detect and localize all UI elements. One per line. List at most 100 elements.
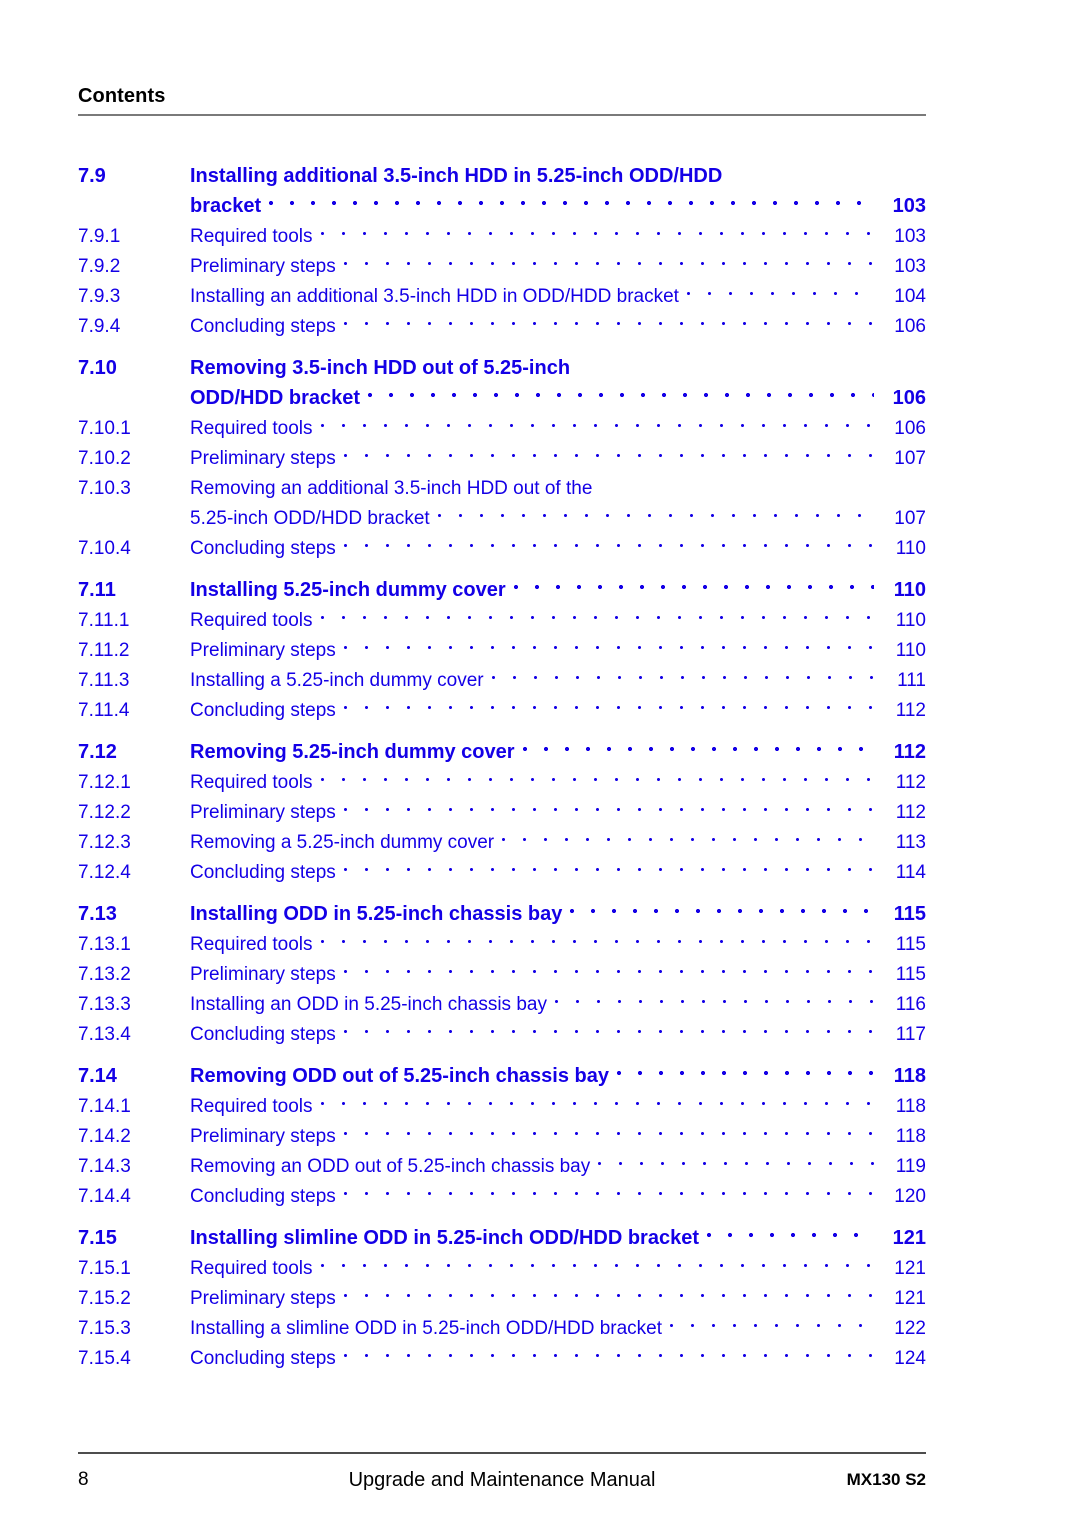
toc-line: 7.9.1 Required tools 103 xyxy=(78,212,926,247)
toc-dot-leader xyxy=(502,818,874,848)
toc-entry-title[interactable]: Concluding steps xyxy=(190,534,344,564)
toc-dot-leader xyxy=(343,1112,874,1142)
toc-line: 7.10.3 Removing an additional 3.5-inch HD… xyxy=(78,464,926,499)
toc-dot-leader xyxy=(513,566,874,596)
toc-entry[interactable]: 7.11.3 Installing a 5.25-inch dummy cover… xyxy=(78,656,926,691)
toc-dot-leader xyxy=(343,686,874,716)
toc-entry[interactable]: 7.14.1 Required tools 118 xyxy=(78,1082,926,1117)
toc-dot-leader xyxy=(343,242,874,272)
toc-entry[interactable]: 7.10.4 Concluding steps 110 xyxy=(78,524,926,559)
toc-entry[interactable]: 7.12 Removing 5.25-inch dummy cover 112 xyxy=(78,728,926,763)
toc-line: 7.9.2 Preliminary steps 103 xyxy=(78,242,926,277)
toc-line: 7.13 Installing ODD in 5.25-inch chassis … xyxy=(78,890,926,925)
toc-entry[interactable]: 7.12.2 Preliminary steps 112 xyxy=(78,788,926,823)
toc-entry-number: 7.10.4 xyxy=(78,538,131,559)
toc-entry[interactable]: 7.14 Removing ODD out of 5.25-inch chassi… xyxy=(78,1052,926,1087)
toc-entry[interactable]: 7.10.2 Preliminary steps 107 xyxy=(78,434,926,469)
toc-page-number[interactable]: 112 xyxy=(874,696,926,726)
page-header: Contents xyxy=(78,84,926,116)
toc-line: 7.15 Installing slimline ODD in 5.25-inch… xyxy=(78,1214,926,1249)
toc-entry[interactable]: 7.15.4 Concluding steps 124 xyxy=(78,1334,926,1369)
toc-entry[interactable]: 7.10.1 Required tools 106 xyxy=(78,404,926,439)
toc-entry[interactable]: 7.9.2 Preliminary steps 103 xyxy=(78,242,926,277)
toc-dot-leader xyxy=(343,788,874,818)
toc-entry[interactable]: 7.14.3 Removing an ODD out of 5.25-inch c… xyxy=(78,1142,926,1177)
toc-dot-leader xyxy=(320,1082,874,1112)
toc-line: 7.14 Removing ODD out of 5.25-inch chassi… xyxy=(78,1052,926,1087)
toc-entry-title[interactable]: Concluding steps xyxy=(190,858,344,888)
toc-entry-number: 7.12.4 xyxy=(78,862,131,883)
toc-page-number[interactable]: 106 xyxy=(874,312,926,342)
toc-page-number[interactable]: 124 xyxy=(874,1344,926,1374)
toc-entry-title[interactable]: Concluding steps xyxy=(190,1182,344,1212)
toc-entry[interactable]: 7.14.4 Concluding steps 120 xyxy=(78,1172,926,1207)
toc-dot-leader xyxy=(320,404,874,434)
toc-line: 7.11.2 Preliminary steps 110 xyxy=(78,626,926,661)
toc-line: 7.13.2 Preliminary steps 115 xyxy=(78,950,926,985)
toc-entry[interactable]: 7.14.2 Preliminary steps 118 xyxy=(78,1112,926,1147)
toc-dot-leader xyxy=(269,182,874,212)
toc-page-number[interactable]: 114 xyxy=(874,858,926,888)
toc-entry-title[interactable]: Concluding steps xyxy=(190,312,344,342)
toc-entry-number: 7.9 xyxy=(78,165,106,187)
toc-page-number[interactable]: 110 xyxy=(874,534,926,564)
toc-entry[interactable]: 7.15.3 Installing a slimline ODD in 5.25-… xyxy=(78,1304,926,1339)
toc-page-number[interactable]: 117 xyxy=(874,1020,926,1050)
toc-line: 7.15.2 Preliminary steps 121 xyxy=(78,1274,926,1309)
toc-entry[interactable]: 7.13.4 Concluding steps 117 xyxy=(78,1010,926,1045)
toc-entry-number: 7.15.4 xyxy=(78,1348,131,1369)
toc-entry[interactable]: 7.9.4 Concluding steps 106 xyxy=(78,302,926,337)
toc-entry[interactable]: 7.13.1 Required tools 115 xyxy=(78,920,926,955)
toc-entry[interactable]: 7.9.1 Required tools 103 xyxy=(78,212,926,247)
toc-dot-leader xyxy=(578,344,874,374)
toc-line: 7.11.3 Installing a 5.25-inch dummy cover… xyxy=(78,656,926,691)
toc-dot-leader xyxy=(570,890,874,920)
page-footer: 8 Upgrade and Maintenance Manual MX130 S… xyxy=(78,1452,926,1497)
toc-entry[interactable]: 7.13.3 Installing an ODD in 5.25-inch cha… xyxy=(78,980,926,1015)
toc-dot-leader xyxy=(368,374,874,404)
toc-line: 7.13.1 Required tools 115 xyxy=(78,920,926,955)
toc-entry[interactable]: 7.13 Installing ODD in 5.25-inch chassis … xyxy=(78,890,926,925)
toc-dot-leader xyxy=(343,950,874,980)
toc-entry[interactable]: 7.15.2 Preliminary steps 121 xyxy=(78,1274,926,1309)
toc-entry-title[interactable]: Concluding steps xyxy=(190,1020,344,1050)
toc-dot-leader xyxy=(343,626,874,656)
toc-dot-leader xyxy=(320,1244,874,1274)
footer-document-title: Upgrade and Maintenance Manual xyxy=(348,1469,656,1491)
toc-line: 7.10 Removing 3.5-inch HDD out of 5.25-in… xyxy=(78,344,926,379)
toc-entry[interactable]: 7.10.3 Removing an additional 3.5-inch HD… xyxy=(78,464,926,529)
toc-entry-title[interactable]: Concluding steps xyxy=(190,1344,344,1374)
toc-dot-leader xyxy=(343,434,874,464)
toc-line: 7.15.3 Installing a slimline ODD in 5.25-… xyxy=(78,1304,926,1339)
toc-line: 7.12.2 Preliminary steps 112 xyxy=(78,788,926,823)
toc-line: 7.9.3 Installing an additional 3.5-inch H… xyxy=(78,272,926,307)
toc-entry[interactable]: 7.10 Removing 3.5-inch HDD out of 5.25-in… xyxy=(78,344,926,409)
toc-line: 7.12 Removing 5.25-inch dummy cover 112 xyxy=(78,728,926,763)
toc-entry[interactable]: 7.12.4 Concluding steps 114 xyxy=(78,848,926,883)
toc-entry[interactable]: 7.11 Installing 5.25-inch dummy cover 110 xyxy=(78,566,926,601)
toc-entry-number: 7.13.4 xyxy=(78,1024,131,1045)
toc-entry[interactable]: 7.11.1 Required tools 110 xyxy=(78,596,926,631)
toc-dot-leader xyxy=(598,1142,874,1172)
toc-entry[interactable]: 7.13.2 Preliminary steps 115 xyxy=(78,950,926,985)
toc-entry[interactable]: 7.11.2 Preliminary steps 110 xyxy=(78,626,926,661)
toc-entry[interactable]: 7.11.4 Concluding steps 112 xyxy=(78,686,926,721)
toc-dot-leader xyxy=(730,152,874,182)
toc-entry[interactable]: 7.12.3 Removing a 5.25-inch dummy cover 11… xyxy=(78,818,926,853)
toc-dot-leader xyxy=(522,728,874,758)
toc-entry[interactable]: 7.12.1 Required tools 112 xyxy=(78,758,926,793)
toc-line: 7.14.1 Required tools 118 xyxy=(78,1082,926,1117)
toc-line: 7.10.1 Required tools 106 xyxy=(78,404,926,439)
toc-dot-leader xyxy=(707,1214,874,1244)
toc-entry-title[interactable]: Concluding steps xyxy=(190,696,344,726)
document-page: Contents 7.9 Installing additional 3.5-in… xyxy=(0,0,1080,1526)
toc-page-number[interactable]: 120 xyxy=(874,1182,926,1212)
toc-entry-number: 7.10.3 xyxy=(78,478,131,499)
toc-entry[interactable]: 7.9 Installing additional 3.5-inch HDD in… xyxy=(78,152,926,217)
toc-dot-leader xyxy=(616,1052,874,1082)
toc-entry-number: 7.14.4 xyxy=(78,1186,131,1207)
toc-line: 7.11.4 Concluding steps 112 xyxy=(78,686,926,721)
toc-entry[interactable]: 7.15.1 Required tools 121 xyxy=(78,1244,926,1279)
toc-entry[interactable]: 7.9.3 Installing an additional 3.5-inch H… xyxy=(78,272,926,307)
toc-entry[interactable]: 7.15 Installing slimline ODD in 5.25-inch… xyxy=(78,1214,926,1249)
